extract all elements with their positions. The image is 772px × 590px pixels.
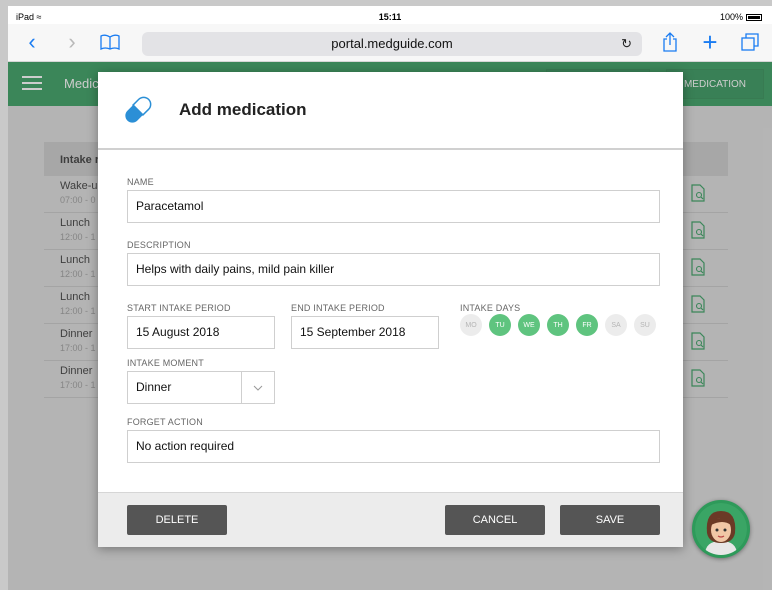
url-text: portal.medguide.com (331, 36, 453, 51)
reload-icon[interactable]: ↻ (621, 32, 632, 56)
forget-action-field[interactable]: No action required (127, 430, 660, 463)
name-label: NAME (127, 177, 154, 187)
end-period-field[interactable]: 15 September 2018 (291, 316, 439, 349)
intake-days-picker: MO TU WE TH FR SA SU (460, 314, 656, 336)
name-field[interactable]: Paracetamol (127, 190, 660, 223)
new-tab-icon[interactable]: + (700, 29, 720, 55)
day-monday[interactable]: MO (460, 314, 482, 336)
ipad-screen: iPad ≈ 15:11 100% ‹ › portal.medguide.co… (8, 6, 772, 590)
status-bar: iPad ≈ 15:11 100% (8, 6, 772, 24)
dialog-header: Add medication (98, 72, 683, 150)
forward-icon[interactable]: › (62, 31, 82, 53)
battery-percent: 100% (719, 12, 743, 22)
save-button[interactable]: SAVE (560, 505, 660, 535)
chevron-down-icon[interactable] (241, 372, 274, 403)
assistant-face-icon (695, 503, 747, 555)
assistant-avatar[interactable] (692, 500, 750, 558)
battery-icon (746, 13, 762, 21)
intake-moment-value: Dinner (136, 380, 172, 394)
status-time: 15:11 (378, 12, 402, 22)
day-tuesday[interactable]: TU (489, 314, 511, 336)
start-period-field[interactable]: 15 August 2018 (127, 316, 275, 349)
delete-button[interactable]: DELETE (127, 505, 227, 535)
cancel-button[interactable]: CANCEL (445, 505, 545, 535)
browser-toolbar: ‹ › portal.medguide.com ↻ + (8, 24, 772, 62)
end-period-label: END INTAKE PERIOD (291, 303, 385, 313)
share-icon[interactable] (660, 32, 680, 52)
day-sunday[interactable]: SU (634, 314, 656, 336)
day-wednesday[interactable]: WE (518, 314, 540, 336)
day-friday[interactable]: FR (576, 314, 598, 336)
intake-days-label: INTAKE DAYS (460, 303, 521, 313)
dialog-footer: DELETE CANCEL SAVE (98, 492, 683, 547)
intake-moment-select[interactable]: Dinner (127, 371, 275, 404)
bookmarks-icon[interactable] (100, 32, 120, 52)
dialog-title: Add medication (179, 100, 307, 119)
day-thursday[interactable]: TH (547, 314, 569, 336)
battery-status: 100% (720, 12, 762, 22)
back-icon[interactable]: ‹ (22, 31, 42, 53)
tabs-icon[interactable] (740, 32, 760, 52)
start-period-label: START INTAKE PERIOD (127, 303, 231, 313)
add-medication-dialog: Add medication NAME Paracetamol DESCRIPT… (98, 72, 683, 547)
day-saturday[interactable]: SA (605, 314, 627, 336)
forget-action-label: FORGET ACTION (127, 417, 203, 427)
description-label: DESCRIPTION (127, 240, 191, 250)
url-bar[interactable]: portal.medguide.com ↻ (142, 32, 642, 56)
intake-moment-label: INTAKE MOMENT (127, 358, 204, 368)
pill-icon (125, 96, 152, 123)
description-field[interactable]: Helps with daily pains, mild pain killer (127, 253, 660, 286)
